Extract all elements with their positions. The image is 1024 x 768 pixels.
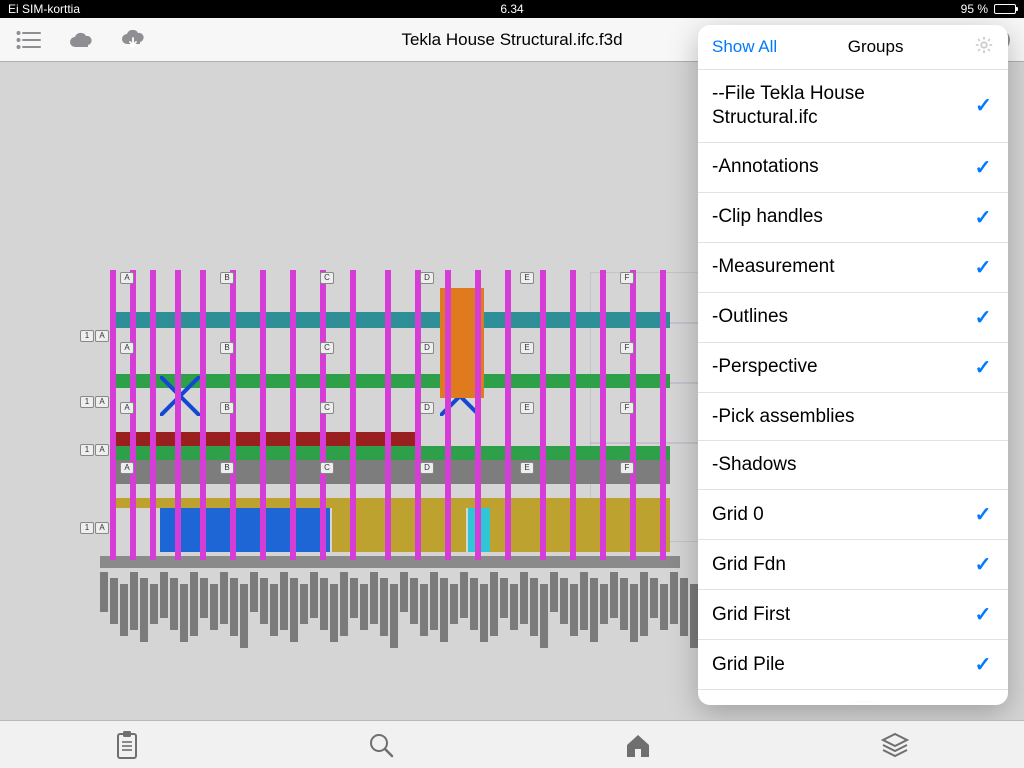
bottom-toolbar xyxy=(0,720,1024,768)
check-icon: ✓ xyxy=(972,355,994,380)
group-row[interactable]: -Pick assemblies xyxy=(698,392,1008,441)
group-row[interactable]: Grid Fdn ✓ xyxy=(698,539,1008,589)
group-row-label: -Shadows xyxy=(712,453,807,477)
list-icon[interactable] xyxy=(16,30,42,50)
group-row[interactable]: --File Tekla House Structural.ifc✓ xyxy=(698,69,1008,142)
group-row-label: -Measurement xyxy=(712,255,845,279)
home-icon[interactable] xyxy=(623,731,653,759)
check-icon: ✓ xyxy=(972,255,994,280)
group-row[interactable]: -Outlines ✓ xyxy=(698,292,1008,342)
group-row[interactable]: -Clip handles ✓ xyxy=(698,192,1008,242)
group-row[interactable]: -Annotations ✓ xyxy=(698,142,1008,192)
check-icon: ✓ xyxy=(972,552,994,577)
cloud-download-icon[interactable] xyxy=(120,30,146,50)
status-bar: Ei SIM-korttia 6.34 95 % xyxy=(0,0,1024,18)
groups-list[interactable]: --File Tekla House Structural.ifc✓-Annot… xyxy=(698,69,1008,705)
popover-title: Groups xyxy=(848,37,904,57)
status-right: 95 % xyxy=(961,2,1016,16)
popover-header: Show All Groups xyxy=(698,25,1008,69)
check-icon: ✓ xyxy=(972,155,994,180)
layers-icon[interactable] xyxy=(880,731,910,759)
check-icon: ✓ xyxy=(972,652,994,677)
group-row-label: --File Tekla House Structural.ifc xyxy=(712,82,973,130)
group-row[interactable]: Grid 0 ✓ xyxy=(698,489,1008,539)
check-icon: ✓ xyxy=(972,702,994,705)
battery-icon xyxy=(994,4,1016,14)
cloud-icon[interactable] xyxy=(68,31,94,49)
status-time: 6.34 xyxy=(500,2,523,16)
group-row-label: -Clip handles xyxy=(712,205,833,229)
groups-popover: Show All Groups --File Tekla House Struc… xyxy=(698,25,1008,705)
check-icon: ✓ xyxy=(972,305,994,330)
check-icon: ✓ xyxy=(972,205,994,230)
check-icon: ✓ xyxy=(972,602,994,627)
group-row-label: -Annotations xyxy=(712,155,829,179)
group-row[interactable]: -Measurement ✓ xyxy=(698,242,1008,292)
status-sim: Ei SIM-korttia xyxy=(8,2,80,16)
group-row[interactable]: Grid Pile ✓ xyxy=(698,639,1008,689)
group-row[interactable]: -Shadows xyxy=(698,440,1008,489)
group-row-label: Grid First xyxy=(712,603,800,627)
search-icon[interactable] xyxy=(367,731,395,759)
group-row-label: Grid Roof xyxy=(712,703,803,705)
group-row-label: Grid 0 xyxy=(712,503,774,527)
group-row-label: -Perspective xyxy=(712,355,828,379)
show-all-button[interactable]: Show All xyxy=(712,37,777,57)
group-row-label: -Outlines xyxy=(712,305,798,329)
document-title: Tekla House Structural.ifc.f3d xyxy=(401,30,622,50)
popover-gear-icon[interactable] xyxy=(974,35,994,60)
group-row-label: Grid Pile xyxy=(712,653,795,677)
group-row[interactable]: -Perspective ✓ xyxy=(698,342,1008,392)
group-row-label: -Pick assemblies xyxy=(712,405,865,429)
group-row-label: Grid Fdn xyxy=(712,553,796,577)
battery-percent: 95 % xyxy=(961,2,988,16)
group-row[interactable]: Grid First ✓ xyxy=(698,589,1008,639)
check-icon: ✓ xyxy=(972,502,994,527)
core-wall xyxy=(440,288,484,398)
clipboard-icon[interactable] xyxy=(114,730,140,760)
group-row[interactable]: Grid Roof ✓ xyxy=(698,689,1008,705)
check-icon: ✓ xyxy=(973,93,994,118)
